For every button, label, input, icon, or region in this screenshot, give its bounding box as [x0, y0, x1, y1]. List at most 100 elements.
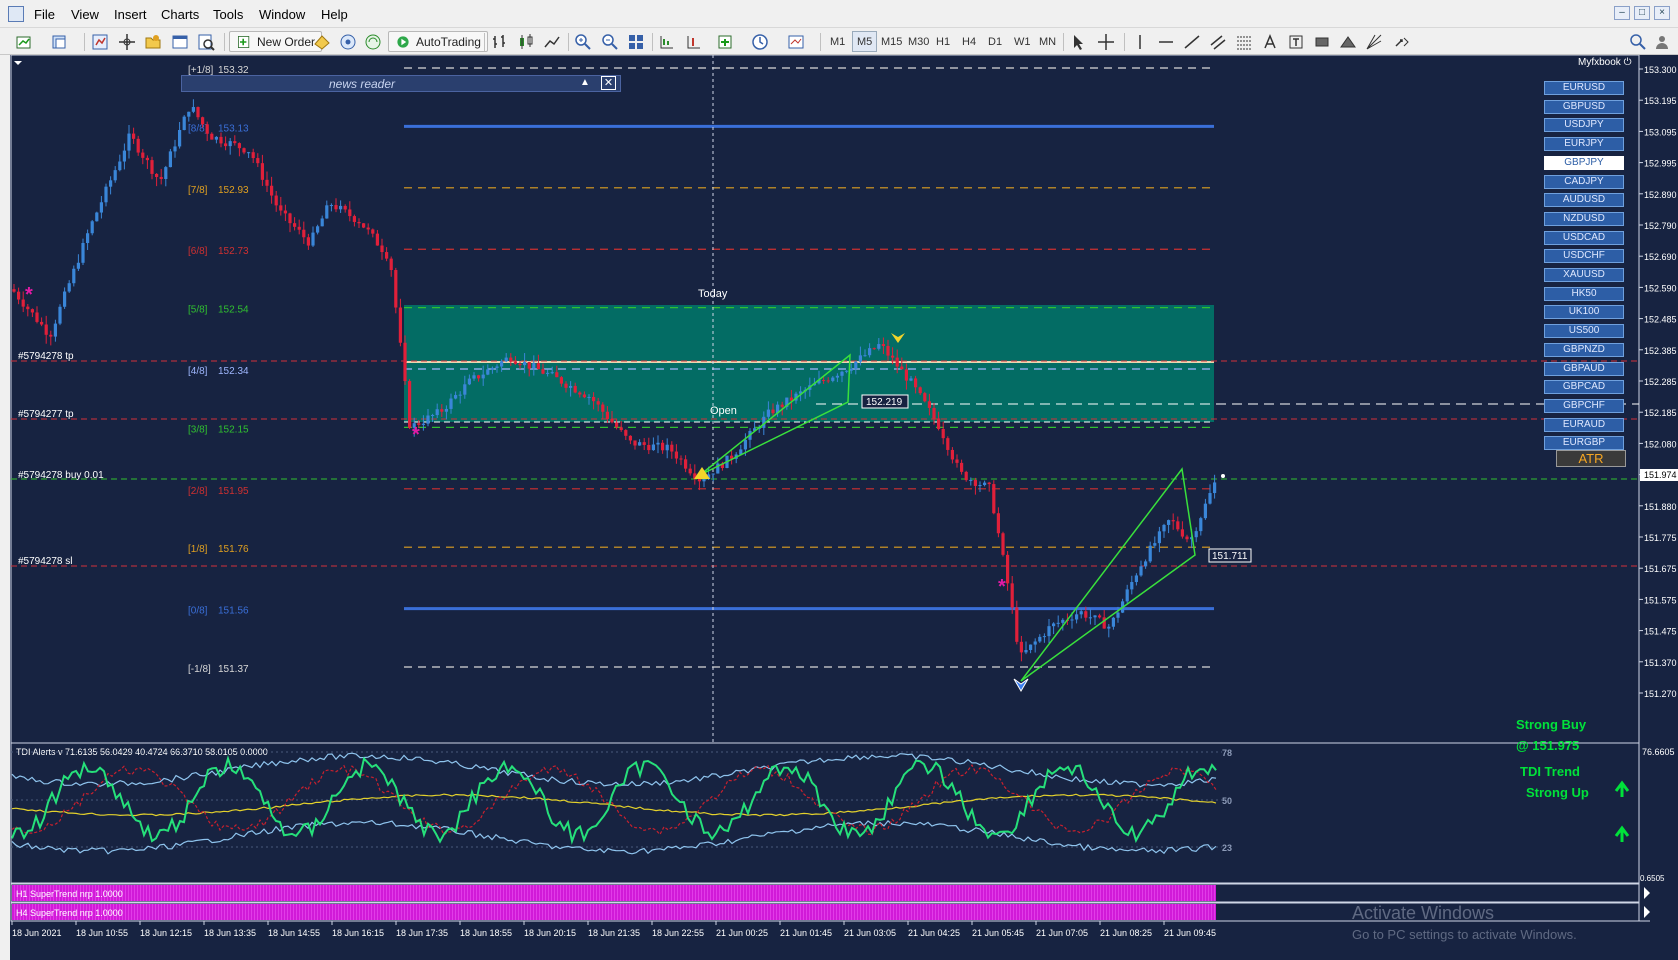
timeframe-h4[interactable]: H4 [958, 31, 980, 52]
symbol-button-gbpaud[interactable]: GBPAUD [1544, 361, 1624, 376]
chart-shift-icon[interactable] [684, 31, 704, 52]
myfxbook-label[interactable]: Myfxbook ⏻ [1578, 57, 1632, 68]
symbol-button-gbpcad[interactable]: GBPCAD [1544, 380, 1624, 395]
menu-window[interactable]: Window [259, 7, 305, 22]
symbol-button-eurusd[interactable]: EURUSD [1544, 81, 1624, 95]
community-icon[interactable] [1652, 31, 1672, 52]
supertrend-stripe [1160, 885, 1161, 901]
metaeditor-icon[interactable] [312, 31, 332, 52]
supertrend-stripe [392, 885, 393, 901]
candle-body [178, 130, 182, 147]
symbol-button-xauusd[interactable]: XAUUSD [1544, 268, 1624, 282]
search-icon[interactable] [1628, 31, 1648, 52]
timeframe-w1[interactable]: W1 [1010, 31, 1035, 52]
new-chart-icon[interactable] [14, 31, 34, 52]
restore-button[interactable]: □ [1634, 6, 1650, 20]
new-order-button[interactable]: New Order [229, 31, 323, 52]
menu-insert[interactable]: Insert [114, 7, 147, 22]
supertrend-stripe [149, 904, 150, 920]
chart-menu-triangle-icon[interactable] [14, 61, 22, 65]
horizontal-line-icon[interactable] [1156, 31, 1176, 52]
symbol-button-usdchf[interactable]: USDCHF [1544, 249, 1624, 264]
symbol-button-usdjpy[interactable]: USDJPY [1544, 118, 1624, 133]
supertrend-stripe [1058, 885, 1059, 901]
symbol-button-us500[interactable]: US500 [1544, 324, 1624, 339]
crosshair-icon[interactable] [1096, 31, 1116, 52]
symbol-button-usdcad[interactable]: USDCAD [1544, 230, 1624, 245]
chart-window[interactable]: Today [+1/8] 153.32 [8/8] 153.13 [7/8] 152.93… [10, 55, 1678, 960]
symbol-button-eurgbp[interactable]: EURGBP [1544, 436, 1624, 451]
gann-icon[interactable] [1364, 31, 1384, 52]
equidistant-channel-icon[interactable] [1208, 31, 1228, 52]
supertrend-stripe [485, 904, 486, 920]
minimize-button[interactable]: – [1614, 6, 1630, 20]
supertrend-stripe [1139, 904, 1140, 920]
menu-charts[interactable]: Charts [161, 7, 199, 22]
candle-body [12, 289, 16, 292]
triangle-icon[interactable] [1338, 31, 1358, 52]
rectangle-icon[interactable] [1312, 31, 1332, 52]
indicators-icon[interactable] [716, 31, 736, 52]
timeframe-m1[interactable]: M1 [826, 31, 849, 52]
text-label-icon[interactable] [1286, 31, 1306, 52]
navigator-icon[interactable] [143, 31, 163, 52]
symbol-button-hk50[interactable]: HK50 [1544, 286, 1624, 301]
symbol-button-gbpjpy[interactable]: GBPJPY [1544, 155, 1624, 170]
symbol-button-eurjpy[interactable]: EURJPY [1544, 137, 1624, 152]
supertrend-stripe [554, 885, 555, 901]
supertrend-stripe [629, 904, 630, 920]
signals-icon[interactable] [338, 31, 358, 52]
symbol-button-cadjpy[interactable]: CADJPY [1544, 174, 1624, 189]
trendline-icon[interactable] [1182, 31, 1202, 52]
timeframe-h1[interactable]: H1 [932, 31, 954, 52]
cursor-icon[interactable] [1068, 31, 1088, 52]
zoom-out-icon[interactable] [600, 31, 620, 52]
supertrend-stripe [1052, 885, 1053, 901]
market-watch-icon[interactable] [90, 31, 110, 52]
text-icon[interactable] [1260, 31, 1280, 52]
templates-icon[interactable] [786, 31, 806, 52]
line-chart-icon[interactable] [542, 31, 562, 52]
timeframe-mn[interactable]: MN [1035, 31, 1060, 52]
autoscroll-icon[interactable] [657, 31, 677, 52]
news-reader-panel[interactable]: news reader ▲ ✕ [181, 75, 621, 92]
tile-windows-icon[interactable] [626, 31, 646, 52]
symbol-button-nzdusd[interactable]: NZDUSD [1544, 211, 1624, 226]
supertrend-stripe [695, 885, 696, 901]
supertrend-stripe [593, 885, 594, 901]
candle-body [950, 449, 954, 460]
menu-view[interactable]: View [71, 7, 99, 22]
timeframe-m30[interactable]: M30 [904, 31, 933, 52]
symbol-button-gbpnzd[interactable]: GBPNZD [1544, 342, 1624, 357]
close-button[interactable]: × [1654, 6, 1670, 20]
data-window-icon[interactable] [117, 31, 137, 52]
menu-file[interactable]: File [34, 7, 55, 22]
timeframe-m15[interactable]: M15 [877, 31, 906, 52]
symbol-button-audusd[interactable]: AUDUSD [1544, 193, 1624, 208]
menu-help[interactable]: Help [321, 7, 348, 22]
arrows-icon[interactable] [1392, 31, 1412, 52]
terminal-icon[interactable] [170, 31, 190, 52]
symbol-button-euraud[interactable]: EURAUD [1544, 417, 1624, 432]
symbol-button-gbpchf[interactable]: GBPCHF [1544, 398, 1624, 413]
periods-icon[interactable] [750, 31, 770, 52]
fibonacci-icon[interactable] [1234, 31, 1254, 52]
market-icon[interactable] [363, 31, 383, 52]
timeframe-d1[interactable]: D1 [984, 31, 1006, 52]
supertrend-stripe [314, 885, 315, 901]
symbol-button-gbpusd[interactable]: GBPUSD [1544, 99, 1624, 114]
atr-button[interactable]: ATR [1556, 450, 1626, 467]
profiles-icon[interactable] [50, 31, 70, 52]
candlestick-chart-icon[interactable] [516, 31, 536, 52]
zoom-in-icon[interactable] [573, 31, 593, 52]
collapse-up-icon[interactable]: ▲ [580, 77, 590, 88]
menu-tools[interactable]: Tools [213, 7, 243, 22]
symbol-button-uk100[interactable]: UK100 [1544, 305, 1624, 320]
close-icon[interactable]: ✕ [601, 76, 616, 90]
autotrading-button[interactable]: AutoTrading [388, 31, 488, 52]
timeframe-m5[interactable]: M5 [852, 31, 878, 52]
vertical-line-icon[interactable] [1130, 31, 1150, 52]
strategy-tester-icon[interactable] [196, 31, 216, 52]
bar-chart-icon[interactable] [490, 31, 510, 52]
chart-canvas[interactable]: Today [+1/8] 153.32[8/8] 153.13[7/8] 152.93… [10, 55, 1678, 960]
